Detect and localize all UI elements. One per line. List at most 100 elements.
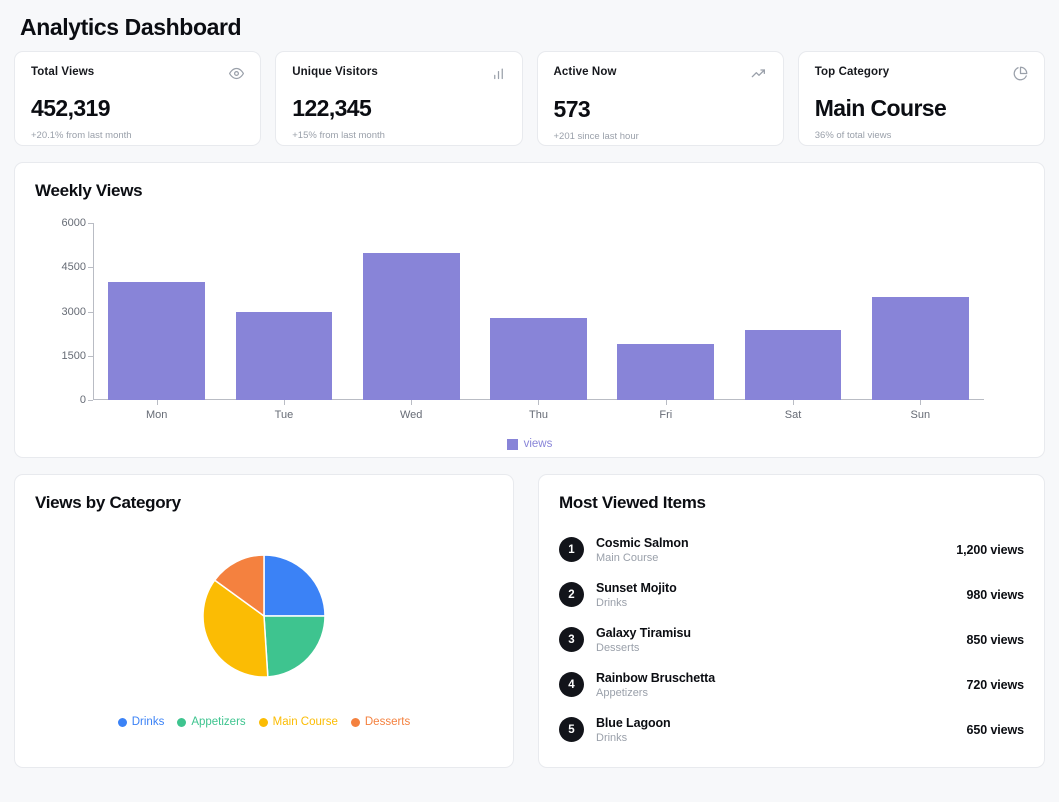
- item-name: Sunset Mojito: [596, 580, 677, 595]
- bar[interactable]: [744, 329, 842, 400]
- pie-legend-item[interactable]: Drinks: [117, 716, 165, 728]
- item-name: Rainbow Bruschetta: [596, 670, 716, 685]
- pie-slice[interactable]: [263, 615, 326, 678]
- item-rank-badge: 4: [559, 672, 584, 697]
- most-viewed-items-list: 1 Cosmic Salmon Main Course 1,200 views 2 Sun…: [559, 527, 1024, 752]
- item-main: Rainbow Bruschetta Appetizers: [596, 671, 967, 699]
- item-views-count: 850 views: [966, 632, 1025, 647]
- pie-legend-label: Appetizers: [191, 716, 246, 728]
- list-item[interactable]: 3 Galaxy Tiramisu Desserts 850 views: [559, 617, 1024, 662]
- stat-card-active-now: Active Now 573 +201 since last hour: [536, 51, 784, 146]
- stat-label: Total Views: [31, 66, 95, 78]
- bar[interactable]: [617, 344, 715, 400]
- item-views-count: 1,200 views: [956, 542, 1024, 557]
- bar-series: Mon Tue Wed Thu Fri Sat Sun: [93, 223, 984, 421]
- weekly-views-panel: Weekly Views 0 1500 3000 4500 6000 Mon Tue Wed…: [14, 162, 1045, 458]
- list-item[interactable]: 4 Rainbow Bruschetta Appetizers 720 views: [559, 662, 1024, 707]
- item-category: Main Course: [596, 551, 659, 564]
- stat-label: Top Category: [814, 66, 890, 78]
- x-axis-tick: Thu: [475, 400, 602, 421]
- x-axis-tick: Tue: [220, 400, 347, 421]
- pie-legend-label: Main Course: [272, 716, 338, 728]
- legend-swatch-views: [506, 438, 518, 450]
- stat-label: Active Now: [553, 66, 617, 78]
- pie-chart-icon: [1013, 66, 1028, 86]
- item-main: Sunset Mojito Drinks: [596, 581, 967, 609]
- bar-slot: Wed: [348, 223, 475, 421]
- bar-slot: Thu: [475, 223, 602, 421]
- pie-slice[interactable]: [263, 554, 326, 617]
- y-axis-tick: 3000: [62, 306, 94, 318]
- most-viewed-items-title: Most Viewed Items: [559, 493, 706, 512]
- bar-slot: Sun: [857, 223, 984, 421]
- x-axis-tick: Wed: [348, 400, 475, 421]
- weekly-views-legend[interactable]: views: [35, 438, 1024, 450]
- legend-label-views: views: [523, 438, 553, 450]
- weekly-views-chart: 0 1500 3000 4500 6000 Mon Tue Wed Thu Fri Sat Sun: [35, 215, 1024, 430]
- stat-card-unique-visitors: Unique Visitors 122,345 +15% from last m…: [275, 51, 523, 146]
- item-views-count: 650 views: [966, 722, 1025, 737]
- item-views-count: 720 views: [966, 677, 1025, 692]
- bar[interactable]: [108, 282, 205, 400]
- stat-value: Main Course: [814, 95, 947, 121]
- stat-label: Unique Visitors: [292, 66, 378, 78]
- item-category: Desserts: [596, 641, 640, 654]
- pie-legend-label: Drinks: [131, 716, 165, 728]
- item-name: Cosmic Salmon: [596, 535, 689, 550]
- category-pie-chart[interactable]: [144, 528, 384, 708]
- most-viewed-items-panel: Most Viewed Items 1 Cosmic Salmon Main Cou…: [538, 474, 1045, 768]
- pie-legend: Drinks Appetizers Main Course Desserts: [117, 716, 411, 728]
- y-axis-tick: 0: [80, 394, 94, 406]
- pie-legend-dot: [117, 717, 127, 727]
- item-rank-badge: 1: [559, 537, 584, 562]
- stat-card-total-views: Total Views 452,319 +20.1% from last mon…: [14, 51, 262, 146]
- bar-slot: Fri: [602, 223, 729, 421]
- pie-legend-item[interactable]: Main Course: [258, 716, 338, 728]
- list-item[interactable]: 2 Sunset Mojito Drinks 980 views: [559, 572, 1024, 617]
- list-item[interactable]: 5 Blue Lagoon Drinks 650 views: [559, 707, 1024, 752]
- eye-icon: [229, 66, 245, 86]
- pie-legend-label: Desserts: [364, 716, 411, 728]
- stat-card-row: Total Views 452,319 +20.1% from last mon…: [14, 51, 1045, 146]
- item-rank-badge: 3: [559, 627, 584, 652]
- pie-legend-dot: [350, 717, 360, 727]
- stat-value: 122,345: [292, 95, 372, 121]
- stat-subtext: +20.1% from last month: [31, 130, 132, 141]
- pie-legend-dot: [258, 717, 268, 727]
- item-views-count: 980 views: [966, 587, 1025, 602]
- bar-slot: Mon: [93, 223, 220, 421]
- x-axis-tick: Sun: [857, 400, 984, 421]
- views-by-category-panel: Views by Category Drinks Appetizers Main C…: [14, 474, 514, 768]
- dashboard-page: Analytics Dashboard Total Views 452,319 …: [0, 0, 1059, 768]
- bar[interactable]: [235, 311, 333, 400]
- bar[interactable]: [490, 318, 587, 400]
- pie-legend-item[interactable]: Appetizers: [177, 716, 246, 728]
- stat-card-header: Total Views: [31, 66, 245, 86]
- y-axis-tick: 4500: [62, 261, 94, 273]
- item-category: Drinks: [596, 731, 628, 744]
- weekly-views-title: Weekly Views: [35, 181, 143, 200]
- item-main: Cosmic Salmon Main Course: [596, 536, 956, 564]
- pie-legend-dot: [177, 717, 187, 727]
- y-axis-tick: 1500: [62, 350, 94, 362]
- stat-card-header: Active Now: [554, 66, 767, 87]
- bar-slot: Sat: [729, 223, 856, 421]
- item-main: Galaxy Tiramisu Desserts: [596, 626, 967, 654]
- bar[interactable]: [871, 297, 969, 400]
- list-item[interactable]: 1 Cosmic Salmon Main Course 1,200 views: [559, 527, 1024, 572]
- x-axis-tick: Sat: [729, 400, 856, 421]
- trending-up-icon: [751, 66, 767, 87]
- stat-card-top-category: Top Category Main Course 36% of total vi…: [797, 51, 1045, 146]
- stat-subtext: +201 since last hour: [553, 131, 639, 142]
- x-axis-tick: Fri: [602, 400, 729, 421]
- item-name: Blue Lagoon: [596, 715, 671, 730]
- item-name: Galaxy Tiramisu: [596, 625, 691, 640]
- stat-subtext: 36% of total views: [814, 130, 892, 141]
- item-rank-badge: 5: [559, 717, 584, 742]
- plot-area: 0 1500 3000 4500 6000 Mon Tue Wed Thu Fri Sat Sun: [62, 217, 984, 421]
- item-category: Appetizers: [596, 686, 648, 699]
- bar[interactable]: [362, 252, 460, 400]
- pie-legend-item[interactable]: Desserts: [350, 716, 411, 728]
- item-main: Blue Lagoon Drinks: [596, 716, 967, 744]
- item-rank-badge: 2: [559, 582, 584, 607]
